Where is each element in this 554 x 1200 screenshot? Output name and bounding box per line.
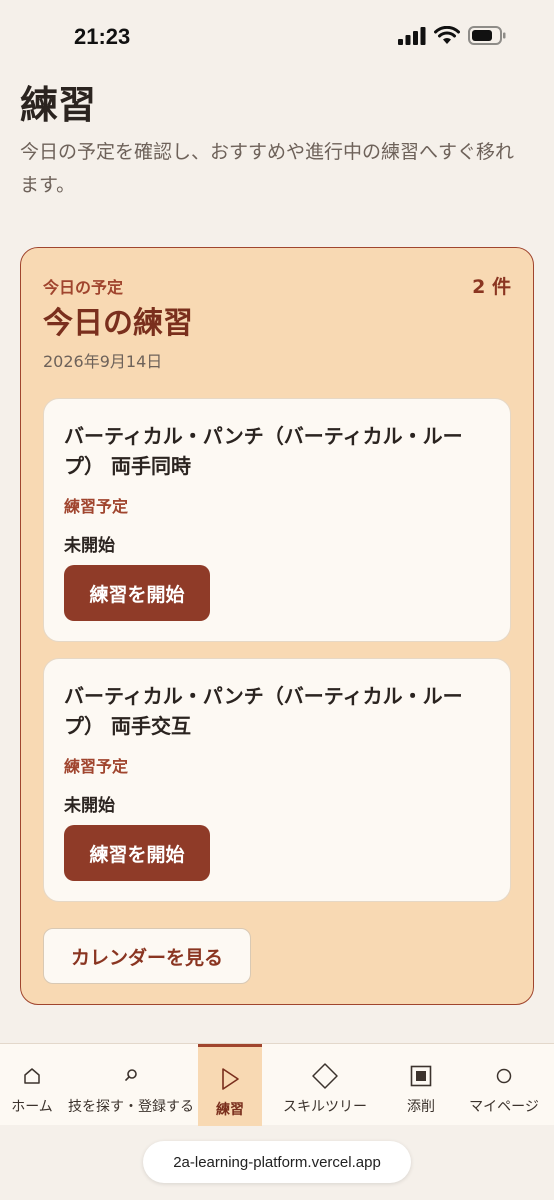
home-icon	[22, 1062, 42, 1090]
start-practice-button[interactable]: 練習を開始	[64, 565, 210, 621]
tab-home[interactable]: ホーム	[0, 1044, 64, 1126]
browser-url-bar[interactable]: 2a-learning-platform.vercel.app	[143, 1141, 411, 1183]
practice-item-title: バーティカル・パンチ（バーティカル・ループ） 両手同時	[64, 424, 463, 478]
status-bar: 21:23	[0, 0, 554, 70]
square-icon	[410, 1062, 432, 1090]
tab-label: マイページ	[469, 1099, 539, 1115]
view-calendar-button[interactable]: カレンダーを見る	[43, 928, 251, 984]
status-time: 21:23	[74, 24, 131, 49]
card-title: 今日の練習	[43, 306, 193, 341]
battery-icon	[468, 26, 506, 49]
practice-item-label: 練習予定	[64, 497, 129, 516]
tab-mypage[interactable]: マイページ	[454, 1044, 554, 1126]
practice-item: バーティカル・パンチ（バーティカル・ループ） 両手同時 練習予定 未開始 練習を…	[43, 398, 511, 642]
diamond-icon	[311, 1062, 339, 1090]
circle-icon	[495, 1062, 513, 1090]
page-title: 練習	[20, 83, 97, 127]
tab-label: 練習	[216, 1102, 244, 1118]
practice-item-status: 未開始	[64, 536, 115, 556]
tab-label: 技を探す・登録する	[68, 1099, 194, 1115]
practice-count-badge: 2 件	[472, 276, 511, 298]
wifi-icon	[434, 25, 460, 49]
today-practice-card: 今日の予定 2 件 今日の練習 2026年9月14日 バーティカル・パンチ（バー…	[20, 247, 534, 1005]
bottom-tab-bar: ホーム 技を探す・登録する 練習 スキルツリー 添削 マイページ	[0, 1043, 554, 1126]
tab-label: ホーム	[11, 1099, 53, 1115]
search-icon	[122, 1062, 140, 1090]
practice-item: バーティカル・パンチ（バーティカル・ループ） 両手交互 練習予定 未開始 練習を…	[43, 658, 511, 902]
card-date: 2026年9月14日	[43, 352, 163, 371]
tab-practice[interactable]: 練習	[198, 1044, 262, 1126]
start-practice-button[interactable]: 練習を開始	[64, 825, 210, 881]
tab-search-register[interactable]: 技を探す・登録する	[64, 1044, 198, 1126]
practice-item-label: 練習予定	[64, 757, 129, 776]
practice-item-status: 未開始	[64, 796, 115, 816]
tab-label: スキルツリー	[283, 1099, 367, 1115]
practice-item-title: バーティカル・パンチ（バーティカル・ループ） 両手交互	[64, 684, 463, 738]
tab-label: 添削	[407, 1099, 435, 1115]
page-description: 今日の予定を確認し、おすすめや進行中の練習へすぐ移れます。	[20, 141, 515, 196]
tab-skill-tree[interactable]: スキルツリー	[262, 1044, 388, 1126]
card-eyebrow: 今日の予定	[43, 278, 124, 297]
tab-correction[interactable]: 添削	[388, 1044, 454, 1126]
signal-icon	[398, 26, 426, 49]
play-icon	[219, 1065, 241, 1093]
